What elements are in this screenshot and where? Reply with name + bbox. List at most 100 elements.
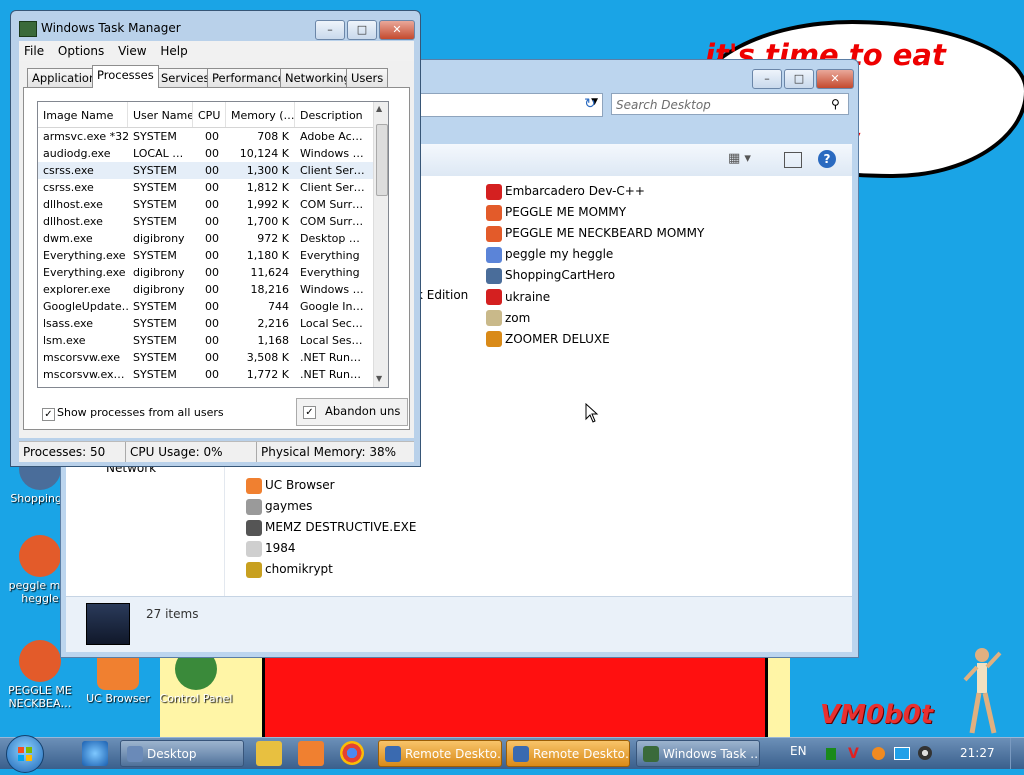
clock[interactable]: 21:27 [960, 746, 995, 760]
view-options-icon[interactable]: ▦ ▾ [728, 151, 751, 166]
details-pane: 27 items [66, 596, 852, 652]
file-item[interactable]: MEMZ DESTRUCTIVE.EXE [246, 517, 416, 537]
table-row[interactable]: dwm.exe digibrony 00 972 K Desktop … [38, 230, 373, 247]
taskbar-button-task-manager[interactable]: Windows Task … [636, 740, 760, 767]
tab-services[interactable]: Services [156, 68, 215, 87]
column-cpu[interactable]: CPU [193, 102, 226, 127]
start-button[interactable] [6, 735, 44, 773]
file-icon [246, 477, 262, 494]
table-row[interactable]: armsvc.exe *32 SYSTEM 00 708 K Adobe Ac… [38, 128, 373, 145]
media-player-icon[interactable] [256, 741, 282, 766]
chrome-icon[interactable] [340, 741, 364, 765]
file-item-label: chomikrypt [265, 562, 333, 576]
process-cpu: 00 [205, 283, 219, 296]
show-desktop-button[interactable] [1010, 738, 1024, 769]
file-item[interactable]: UC Browser [246, 475, 335, 495]
tray-volume-icon[interactable] [918, 746, 932, 760]
explorer-maximize-button[interactable]: □ [784, 69, 814, 89]
menu-view[interactable]: View [118, 41, 146, 61]
search-input[interactable]: Search Desktop [611, 93, 849, 115]
preview-pane-icon[interactable] [784, 152, 802, 168]
tm-close-button[interactable]: ✕ [379, 20, 415, 40]
column-image-name[interactable]: Image Name [38, 102, 128, 127]
file-item[interactable]: Embarcadero Dev-C++ [486, 181, 645, 201]
tab-users[interactable]: Users [346, 68, 389, 87]
file-icon [486, 289, 502, 305]
status-bar: Processes: 50 CPU Usage: 0% Physical Mem… [19, 441, 414, 462]
table-row[interactable]: explorer.exe digibrony 00 18,216 Windows … [38, 281, 373, 298]
tab-networking[interactable]: Networking [280, 68, 356, 87]
menu-options[interactable]: Options [58, 41, 104, 61]
file-item[interactable]: ShoppingCartHero [486, 265, 615, 285]
file-item[interactable]: chomikrypt [246, 559, 333, 579]
scroll-up-icon[interactable]: ▲ [376, 104, 382, 113]
menu-file[interactable]: File [24, 41, 44, 61]
file-item[interactable]: PEGGLE ME NECKBEARD MOMMY [486, 223, 704, 243]
tray-v-icon[interactable]: V [848, 746, 859, 762]
taskbar-button-remote-desktop-1[interactable]: Remote Deskto… [378, 740, 502, 767]
address-bar[interactable]: ▼ [401, 93, 603, 117]
process-scrollbar[interactable]: ▲ ▼ [373, 102, 388, 387]
explorer-close-button[interactable]: ✕ [816, 69, 854, 89]
process-description: Windows … [300, 283, 364, 296]
process-user-name: SYSTEM [133, 164, 177, 177]
taskbar-button-desktop[interactable]: Desktop [120, 740, 244, 767]
table-row[interactable]: csrss.exe SYSTEM 00 1,300 K Client Ser… [38, 162, 373, 179]
table-row[interactable]: dllhost.exe SYSTEM 00 1,992 K COM Surr… [38, 196, 373, 213]
truncated-item-label: k Edition [416, 288, 469, 302]
explorer-minimize-button[interactable]: – [752, 69, 782, 89]
scroll-down-icon[interactable]: ▼ [376, 374, 382, 383]
internet-explorer-icon[interactable] [82, 741, 108, 766]
process-memory: 972 K [257, 232, 289, 245]
scroll-thumb[interactable] [376, 124, 388, 196]
refresh-icon[interactable]: ↻ [579, 93, 601, 115]
column-memory[interactable]: Memory (… [226, 102, 295, 127]
process-image-name: explorer.exe [43, 283, 111, 296]
abandon-checkbox[interactable]: ✓ [303, 406, 316, 419]
desktop-icon-label: UC Browser [86, 692, 150, 705]
uc-browser-icon[interactable] [298, 741, 324, 766]
tm-maximize-button[interactable]: □ [347, 20, 377, 40]
file-item[interactable]: 1984 [246, 538, 296, 558]
desktop-icon-label: Control Panel [159, 692, 233, 705]
file-item[interactable]: ukraine [486, 287, 550, 307]
tab-processes[interactable]: Processes [92, 65, 159, 88]
table-row[interactable]: Everything.exe digibrony 00 11,624 Everythin… [38, 264, 373, 281]
table-row[interactable]: lsass.exe SYSTEM 00 2,216 Local Sec… [38, 315, 373, 332]
window-title: Windows Task Manager [41, 21, 181, 35]
table-row[interactable]: dllhost.exe SYSTEM 00 1,700 K COM Surr… [38, 213, 373, 230]
process-description: Client Ser… [300, 164, 365, 177]
help-icon[interactable]: ? [818, 150, 836, 168]
file-item[interactable]: zom [486, 308, 530, 328]
column-user-name[interactable]: User Name [128, 102, 193, 127]
table-row[interactable]: csrss.exe SYSTEM 00 1,812 K Client Ser… [38, 179, 373, 196]
item-count: 27 items [146, 607, 199, 621]
menu-help[interactable]: Help [160, 41, 187, 61]
process-image-name: audiodg.exe [43, 147, 111, 160]
file-item[interactable]: PEGGLE ME MOMMY [486, 202, 626, 222]
file-item[interactable]: gaymes [246, 496, 312, 516]
file-item[interactable]: peggle my heggle [486, 244, 613, 264]
process-user-name: SYSTEM [133, 334, 177, 347]
tray-search-icon[interactable] [872, 747, 885, 760]
tray-app-icon[interactable] [826, 748, 836, 760]
file-icon [246, 519, 262, 536]
process-description: Adobe Ac… [300, 130, 363, 143]
file-item[interactable]: ZOOMER DELUXE [486, 329, 610, 349]
tray-monitor-icon[interactable] [894, 747, 910, 760]
column-description[interactable]: Description [295, 102, 373, 127]
process-user-name: SYSTEM [133, 181, 177, 194]
tab-performance[interactable]: Performance [207, 68, 290, 87]
search-icon[interactable]: ⚲ [831, 97, 840, 111]
table-row[interactable]: GoogleUpdate… SYSTEM 00 744 Google In… [38, 298, 373, 315]
tm-minimize-button[interactable]: – [315, 20, 345, 40]
table-row[interactable]: audiodg.exe LOCAL … 00 10,124 K Windows … [38, 145, 373, 162]
table-row[interactable]: lsm.exe SYSTEM 00 1,168 Local Ses… [38, 332, 373, 349]
table-row[interactable]: Everything.exe SYSTEM 00 1,180 K Everything [38, 247, 373, 264]
table-row[interactable]: mscorsvw.exe SYSTEM 00 3,508 K .NET Run… [38, 349, 373, 366]
taskbar-button-remote-desktop-2[interactable]: Remote Deskto… [506, 740, 630, 767]
wallpaper-signature: VM0b0t [820, 700, 934, 730]
show-all-users-checkbox[interactable]: ✓ [42, 408, 55, 421]
table-row[interactable]: mscorsvw.ex… SYSTEM 00 1,772 K .NET Run… [38, 366, 373, 383]
language-indicator[interactable]: EN [790, 744, 807, 758]
